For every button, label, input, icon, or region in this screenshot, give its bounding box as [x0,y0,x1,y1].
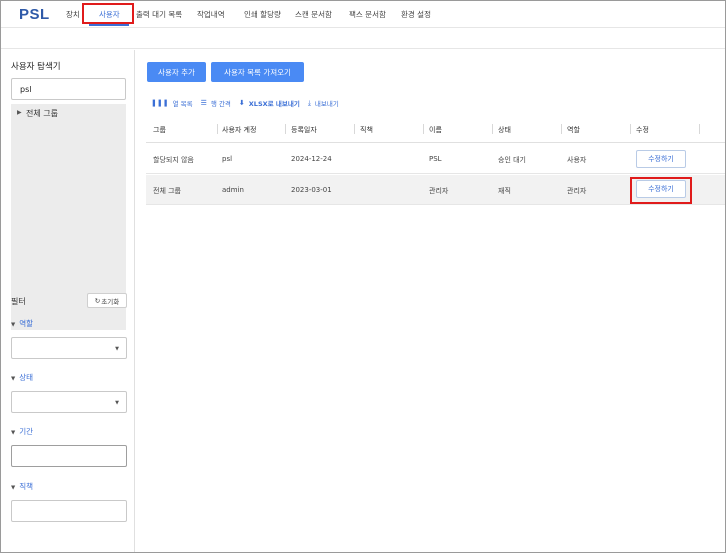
table-header: 그룹 사용자 계정 등록일자 직책 이름 상태 역할 수정 [146,116,725,143]
column-header-name[interactable]: 이름 [429,125,442,135]
filter-role-toggle[interactable]: ▼ 역할 [11,318,33,329]
nav-item-devices[interactable]: 장치 [66,9,80,20]
filter-position-label: 직책 [19,482,34,491]
export-xlsx-label: XLSX로 내보내기 [248,100,300,108]
column-header-group[interactable]: 그룹 [153,125,166,135]
cell-account: admin [222,186,244,194]
cell-role: 관리자 [567,187,587,195]
download-icon: ⬇ [238,99,245,107]
period-input[interactable] [11,445,127,467]
caret-down-icon: ▼ [11,485,16,491]
nav-item-settings[interactable]: 환경 설정 [401,9,431,20]
caret-down-icon: ▼ [11,430,16,436]
nav-item-users[interactable]: 사용자 [99,9,120,20]
density-button[interactable]: ☰ 행 간격 [201,98,231,108]
filter-status-toggle[interactable]: ▼ 상태 [11,372,33,383]
app-logo: PSL [19,6,50,23]
export-button[interactable]: ⤓ 내보내기 [307,98,339,109]
columns-icon: ❚❚❚ [151,99,169,107]
columns-label: 열 목록 [172,100,193,108]
filter-position-toggle[interactable]: ▼ 직책 [11,481,33,492]
role-select[interactable]: ▼ [11,337,127,359]
main-content: 사용자 추가 사용자 목록 가져오기 ❚❚❚ 열 목록 ☰ 행 간격 ⬇ XLS… [136,50,725,552]
cell-account: psl [222,155,233,163]
cell-role: 사용자 [567,156,587,164]
cell-registered: 2023-03-01 [291,186,332,194]
dropdown-arrow-icon: ▼ [115,400,119,406]
nav-item-fax-box[interactable]: 팩스 문서함 [349,9,386,20]
column-separator[interactable] [561,124,562,134]
column-header-registered[interactable]: 등록일자 [291,125,317,135]
columns-button[interactable]: ❚❚❚ 열 목록 [151,98,193,108]
filter-period-toggle[interactable]: ▼ 기간 [11,426,33,437]
caret-down-icon: ▼ [11,376,16,382]
column-header-account[interactable]: 사용자 계정 [222,125,256,135]
export-xlsx-button[interactable]: ⬇ XLSX로 내보내기 [239,98,300,108]
add-user-button[interactable]: 사용자 추가 [147,62,206,82]
column-separator[interactable] [492,124,493,134]
cell-registered: 2024-12-24 [291,155,332,163]
cell-name: PSL [429,155,442,163]
active-tab-indicator [89,24,129,26]
user-explorer-sidebar: 사용자 탐색기 psl ▶ 전체 그룹 필터 ↻ 초기화 ▼ 역할 ▼ ▼ 상태 ▼… [1,50,135,552]
nav-item-print-quota[interactable]: 인쇄 할당량 [244,9,281,20]
filter-status-label: 상태 [19,373,34,382]
caret-down-icon: ▼ [11,322,16,328]
edit-button[interactable]: 수정하기 [636,150,686,168]
column-separator[interactable] [423,124,424,134]
search-input[interactable]: psl [11,78,126,100]
column-separator[interactable] [217,124,218,134]
cell-status: 재직 [498,187,511,195]
nav-item-scan-box[interactable]: 스캔 문서함 [295,9,332,20]
refresh-icon: ↻ [94,296,101,305]
cell-name: 관리자 [429,187,449,195]
cell-status: 승인 대기 [498,156,526,164]
density-label: 행 간격 [210,100,231,108]
edit-button[interactable]: 수정하기 [636,180,686,198]
column-header-edit[interactable]: 수정 [636,125,649,135]
filter-title: 필터 [11,297,26,306]
export-icon: ⤓ [307,98,311,107]
nav-item-job-history[interactable]: 작업내역 [197,9,225,20]
nav-item-print-queue[interactable]: 출력 대기 목록 [136,9,182,20]
cell-group: 할당되지 않음 [153,156,194,164]
column-separator[interactable] [699,124,700,134]
position-input[interactable] [11,500,127,522]
export-label: 내보내기 [314,100,339,108]
column-separator[interactable] [285,124,286,134]
sidebar-title: 사용자 탐색기 [11,62,61,72]
cell-group: 전체 그룹 [153,187,181,195]
reset-button[interactable]: ↻ 초기화 [87,293,127,308]
tree-item-all-groups[interactable]: 전체 그룹 [26,108,58,119]
table-toolbar: ❚❚❚ 열 목록 ☰ 행 간격 ⬇ XLSX로 내보내기 ⤓ 내보내기 [151,97,347,109]
column-header-status[interactable]: 상태 [498,125,511,135]
table-row[interactable]: 전체 그룹 admin 2023-03-01 관리자 재직 관리자 수정하기 [146,175,725,205]
import-users-button[interactable]: 사용자 목록 가져오기 [211,62,304,82]
table-row[interactable]: 할당되지 않음 psl 2024-12-24 PSL 승인 대기 사용자 수정하… [146,144,725,174]
column-header-role[interactable]: 역할 [567,125,580,135]
density-icon: ☰ [200,99,207,107]
sub-bar [1,28,725,49]
filter-period-label: 기간 [19,427,34,436]
dropdown-arrow-icon: ▼ [115,346,119,352]
filter-role-label: 역할 [19,319,34,328]
reset-label: 초기화 [101,297,120,306]
column-header-position[interactable]: 직책 [360,125,373,135]
caret-right-icon[interactable]: ▶ [17,109,22,116]
status-select[interactable]: ▼ [11,391,127,413]
column-separator[interactable] [354,124,355,134]
column-separator[interactable] [630,124,631,134]
